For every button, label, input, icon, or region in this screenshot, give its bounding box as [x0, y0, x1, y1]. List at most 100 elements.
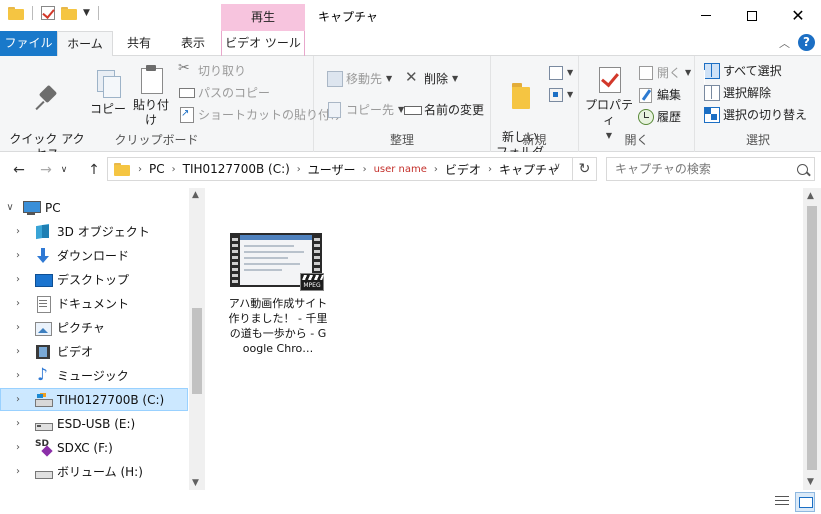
help-icon[interactable]: ?: [798, 34, 815, 51]
maximize-button[interactable]: [729, 0, 775, 31]
navigation-scrollbar[interactable]: ▲ ▼: [189, 188, 205, 490]
history-label: 履歴: [657, 109, 682, 124]
tree-item-pictures[interactable]: › ピクチャ: [0, 316, 188, 339]
copy-path-icon: [178, 84, 195, 100]
new-item-button[interactable]: ▼: [547, 62, 573, 82]
paste-icon: [136, 64, 166, 94]
address-dropdown-icon[interactable]: ∨: [554, 162, 561, 172]
large-icons-view-icon[interactable]: [795, 492, 815, 512]
folder-icon[interactable]: [8, 6, 24, 20]
qat-dropdown-icon[interactable]: ▼: [83, 8, 90, 18]
easy-access-button[interactable]: ▼: [547, 84, 573, 104]
breadcrumb-chevron-icon[interactable]: ›: [136, 164, 144, 175]
delete-button[interactable]: 削除 ▼: [404, 68, 458, 88]
properties-check-icon[interactable]: [41, 6, 55, 20]
chevron-down-icon[interactable]: ∨: [4, 202, 16, 213]
thumbnail-line: [244, 257, 288, 259]
context-tab-header: 再生: [221, 4, 305, 31]
chevron-right-icon[interactable]: ›: [12, 226, 24, 237]
history-button[interactable]: 履歴: [637, 106, 681, 126]
breadcrumb-videos[interactable]: ビデオ: [440, 161, 486, 178]
ribbon-help-area: ︿ ?: [779, 34, 815, 51]
invert-selection-icon: [703, 106, 720, 123]
tree-item-desktop[interactable]: › デスクトップ: [0, 268, 188, 291]
copy-path-button[interactable]: パスのコピー: [178, 82, 270, 102]
tree-item-label: ピクチャ: [57, 321, 105, 335]
content-scrollbar[interactable]: ▲ ▼: [803, 188, 821, 490]
chevron-right-icon[interactable]: ›: [12, 322, 24, 333]
up-button[interactable]: ↑: [85, 160, 103, 180]
cut-button[interactable]: 切り取り: [178, 60, 246, 80]
desktop-icon: [34, 272, 53, 288]
select-none-button[interactable]: 選択解除: [703, 82, 771, 102]
copy-to-icon: [326, 101, 342, 118]
breadcrumb-chevron-icon[interactable]: ›: [361, 164, 369, 175]
chevron-right-icon[interactable]: ›: [12, 466, 24, 477]
easy-access-dropdown-icon: ▼: [567, 89, 574, 99]
tree-item-downloads[interactable]: › ダウンロード: [0, 244, 188, 267]
tab-video-tools[interactable]: ビデオ ツール: [221, 31, 305, 56]
collapse-ribbon-icon[interactable]: ︿: [779, 35, 790, 51]
tree-item-usb-drive[interactable]: › ESD-USB (E:): [0, 412, 188, 435]
scroll-down-icon[interactable]: ▼: [807, 477, 814, 487]
tab-file[interactable]: ファイル: [0, 31, 57, 56]
tab-view[interactable]: 表示: [170, 31, 216, 56]
chevron-right-icon[interactable]: ›: [12, 274, 24, 285]
recent-locations-button[interactable]: ∨: [58, 160, 70, 180]
copy-button[interactable]: コピー: [90, 68, 126, 117]
copy-to-button[interactable]: コピー先 ▼: [326, 99, 404, 119]
ribbon: クイック アクセス にピン留めする コピー 貼り付け 切り取り パスのコピー シ…: [0, 56, 821, 176]
chevron-right-icon[interactable]: ›: [12, 418, 24, 429]
details-view-icon[interactable]: [774, 494, 790, 510]
search-box[interactable]: キャプチャの検索: [606, 157, 815, 181]
tree-item-3d-objects[interactable]: › 3D オブジェクト: [0, 220, 188, 243]
breadcrumb-chevron-icon[interactable]: ›: [486, 164, 494, 175]
tree-item-music[interactable]: › ミュージック: [0, 364, 188, 387]
breadcrumb-user-name[interactable]: user name: [369, 164, 432, 175]
close-button[interactable]: ✕: [775, 0, 821, 31]
open-button[interactable]: 開く ▼: [637, 62, 691, 82]
breadcrumb-drive[interactable]: TIH0127700B (C:): [178, 162, 295, 176]
tree-item-drive-c[interactable]: › TIH0127700B (C:): [0, 388, 188, 411]
chevron-right-icon[interactable]: ›: [12, 394, 24, 405]
breadcrumb-chevron-icon[interactable]: ›: [432, 164, 440, 175]
tree-item-pc[interactable]: ∨ PC: [0, 196, 188, 219]
back-button[interactable]: ←: [10, 160, 28, 180]
scroll-down-icon[interactable]: ▼: [192, 478, 199, 488]
chevron-right-icon[interactable]: ›: [12, 346, 24, 357]
breadcrumb-pc[interactable]: PC: [144, 162, 170, 176]
breadcrumb-chevron-icon[interactable]: ›: [170, 164, 178, 175]
tree-item-volume-h[interactable]: › ボリューム (H:): [0, 460, 188, 483]
invert-selection-button[interactable]: 選択の切り替え: [703, 104, 807, 124]
new-folder-icon[interactable]: [61, 6, 77, 20]
scroll-up-icon[interactable]: ▲: [807, 191, 814, 201]
scrollbar-thumb[interactable]: [807, 206, 817, 470]
tree-item-documents[interactable]: › ドキュメント: [0, 292, 188, 315]
thumbnail-line: [244, 269, 282, 271]
chevron-right-icon[interactable]: ›: [12, 298, 24, 309]
select-none-icon: [703, 84, 720, 101]
chevron-right-icon[interactable]: ›: [12, 442, 24, 453]
chevron-right-icon[interactable]: ›: [12, 250, 24, 261]
tab-home[interactable]: ホーム: [57, 31, 113, 57]
rename-button[interactable]: 名前の変更: [404, 99, 484, 119]
breadcrumb-users[interactable]: ユーザー: [303, 161, 361, 178]
address-bar[interactable]: › PC › TIH0127700B (C:) › ユーザー › user na…: [107, 157, 573, 181]
minimize-button[interactable]: [683, 0, 729, 31]
chevron-right-icon[interactable]: ›: [12, 370, 24, 381]
tab-share[interactable]: 共有: [116, 31, 162, 56]
move-to-button[interactable]: 移動先 ▼: [326, 68, 392, 88]
file-item[interactable]: MPEG アハ動画作成サイト作りました！ - 千里の道も一歩から - Googl…: [228, 233, 328, 356]
pictures-icon: [34, 320, 52, 336]
breadcrumb-chevron-icon[interactable]: ›: [295, 164, 303, 175]
scrollbar-thumb[interactable]: [192, 308, 202, 394]
scroll-up-icon[interactable]: ▲: [192, 190, 199, 200]
refresh-button[interactable]: ↻: [573, 157, 597, 181]
paste-button[interactable]: 貼り付け: [128, 64, 174, 128]
select-all-button[interactable]: すべて選択: [703, 60, 782, 80]
edit-button[interactable]: 編集: [637, 84, 681, 104]
tree-item-videos[interactable]: › ビデオ: [0, 340, 188, 363]
edit-icon: [637, 86, 653, 103]
forward-button[interactable]: →: [37, 160, 55, 180]
tree-item-sd-card[interactable]: › SDXC (F:): [0, 436, 188, 459]
